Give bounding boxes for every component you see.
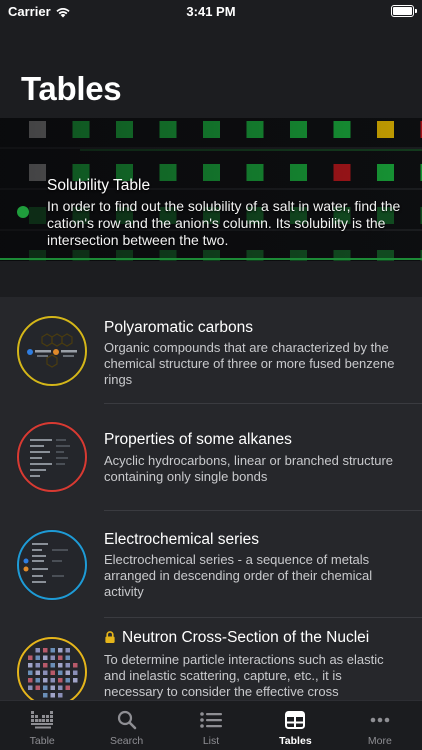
neutron-icon: [16, 636, 88, 700]
featured-title: Solubility Table: [47, 177, 151, 194]
nuclide-cell: [58, 693, 63, 698]
nuclide-cell: [35, 670, 40, 675]
tables-list[interactable]: Polyaromatic carbons Organic compounds t…: [0, 297, 422, 700]
tab-search[interactable]: Search: [84, 701, 168, 750]
page-title: Tables: [21, 70, 122, 107]
item-description: To determine particle interactions such …: [104, 652, 384, 699]
more-icon: [370, 717, 390, 723]
nuclide-cell: [73, 663, 78, 668]
nuclide-cell: [28, 678, 33, 683]
nuclide-cell: [73, 670, 78, 675]
list-item-alkanes[interactable]: Properties of some alkanes Acyclic hydro…: [0, 404, 422, 511]
list-icon: [200, 712, 223, 728]
section-gap: [0, 261, 422, 297]
tab-bar: Table Search List Tables More: [0, 700, 422, 750]
nuclide-cell: [35, 648, 40, 653]
electrochemical-icon: [16, 529, 88, 601]
nuclide-cell: [65, 670, 70, 675]
tab-label: Table: [29, 735, 55, 747]
tab-label: List: [202, 735, 220, 747]
nuclide-cell: [28, 685, 33, 690]
nuclide-cell: [58, 655, 63, 660]
tab-list[interactable]: List: [169, 701, 253, 750]
nuclide-cell: [50, 663, 55, 668]
nuclide-cell: [50, 655, 55, 660]
nuclide-cell: [58, 670, 63, 675]
nuclide-cell: [73, 678, 78, 683]
item-title: Polyaromatic carbons: [104, 319, 254, 336]
alkanes-icon: [16, 421, 88, 493]
list-item-electrochemical[interactable]: Electrochemical series Electrochemical s…: [0, 511, 422, 618]
list-item-polyaromatic[interactable]: Polyaromatic carbons Organic compounds t…: [0, 297, 422, 404]
nuclide-cell: [43, 663, 48, 668]
nuclide-cell: [58, 685, 63, 690]
periodic-table-icon: [31, 711, 54, 729]
nuclide-cell: [65, 648, 70, 653]
nuclide-cell: [43, 685, 48, 690]
nuclide-cell: [50, 678, 55, 683]
nuclide-cell: [28, 655, 33, 660]
nuclide-cell: [58, 663, 63, 668]
featured-solubility-card[interactable]: Solubility Table In order to find out th…: [0, 118, 422, 261]
battery-icon: [391, 5, 417, 17]
tab-tables[interactable]: Tables: [253, 701, 337, 750]
tables-icon: [285, 711, 306, 729]
item-title: Properties of some alkanes: [104, 431, 292, 448]
item-title: Electrochemical series: [104, 531, 260, 548]
item-description: Acyclic hydrocarbons, linear or branched…: [104, 453, 394, 484]
nuclide-cell: [35, 685, 40, 690]
nuclide-cell: [65, 663, 70, 668]
clock: 3:41 PM: [186, 4, 236, 19]
nuclide-cell: [50, 693, 55, 698]
nuclide-cell: [65, 685, 70, 690]
nuclide-cell: [50, 685, 55, 690]
nuclide-cell: [43, 670, 48, 675]
nuclide-cell: [28, 670, 33, 675]
soluble-dot-icon: [17, 206, 29, 218]
tab-label: Search: [109, 735, 144, 747]
nuclide-cell: [35, 663, 40, 668]
nuclide-cell: [35, 678, 40, 683]
nuclide-cell: [58, 648, 63, 653]
nuclide-cell: [58, 678, 63, 683]
status-bar: Carrier 3:41 PM: [0, 0, 422, 24]
tab-table[interactable]: Table: [0, 701, 84, 750]
list-item-neutron-cross-section[interactable]: Neutron Cross-Section of the Nuclei To d…: [0, 618, 422, 700]
tab-more[interactable]: More: [338, 701, 422, 750]
featured-description: In order to find out the solubility of a…: [47, 198, 401, 248]
nuclide-cell: [65, 678, 70, 683]
nuclide-cell: [65, 655, 70, 660]
item-title: Neutron Cross-Section of the Nuclei: [104, 629, 369, 647]
nuclide-cell: [43, 678, 48, 683]
search-icon: [117, 710, 136, 730]
item-description: Organic compounds that are characterized…: [104, 340, 395, 387]
nuclide-cell: [43, 693, 48, 698]
nuclide-cell: [50, 670, 55, 675]
tab-label: More: [367, 735, 392, 747]
item-title-text: Neutron Cross-Section of the Nuclei: [122, 629, 370, 646]
nuclide-cell: [28, 663, 33, 668]
tab-label: Tables: [279, 735, 312, 747]
nuclide-cell: [50, 648, 55, 653]
polyaromatic-icon: [16, 315, 88, 387]
lock-icon: [105, 631, 115, 643]
nuclide-cell: [35, 655, 40, 660]
nuclide-cell: [43, 655, 48, 660]
item-description: Electrochemical series - a sequence of m…: [104, 552, 373, 599]
nuclide-cell: [43, 648, 48, 653]
hero-underline: [0, 258, 422, 260]
